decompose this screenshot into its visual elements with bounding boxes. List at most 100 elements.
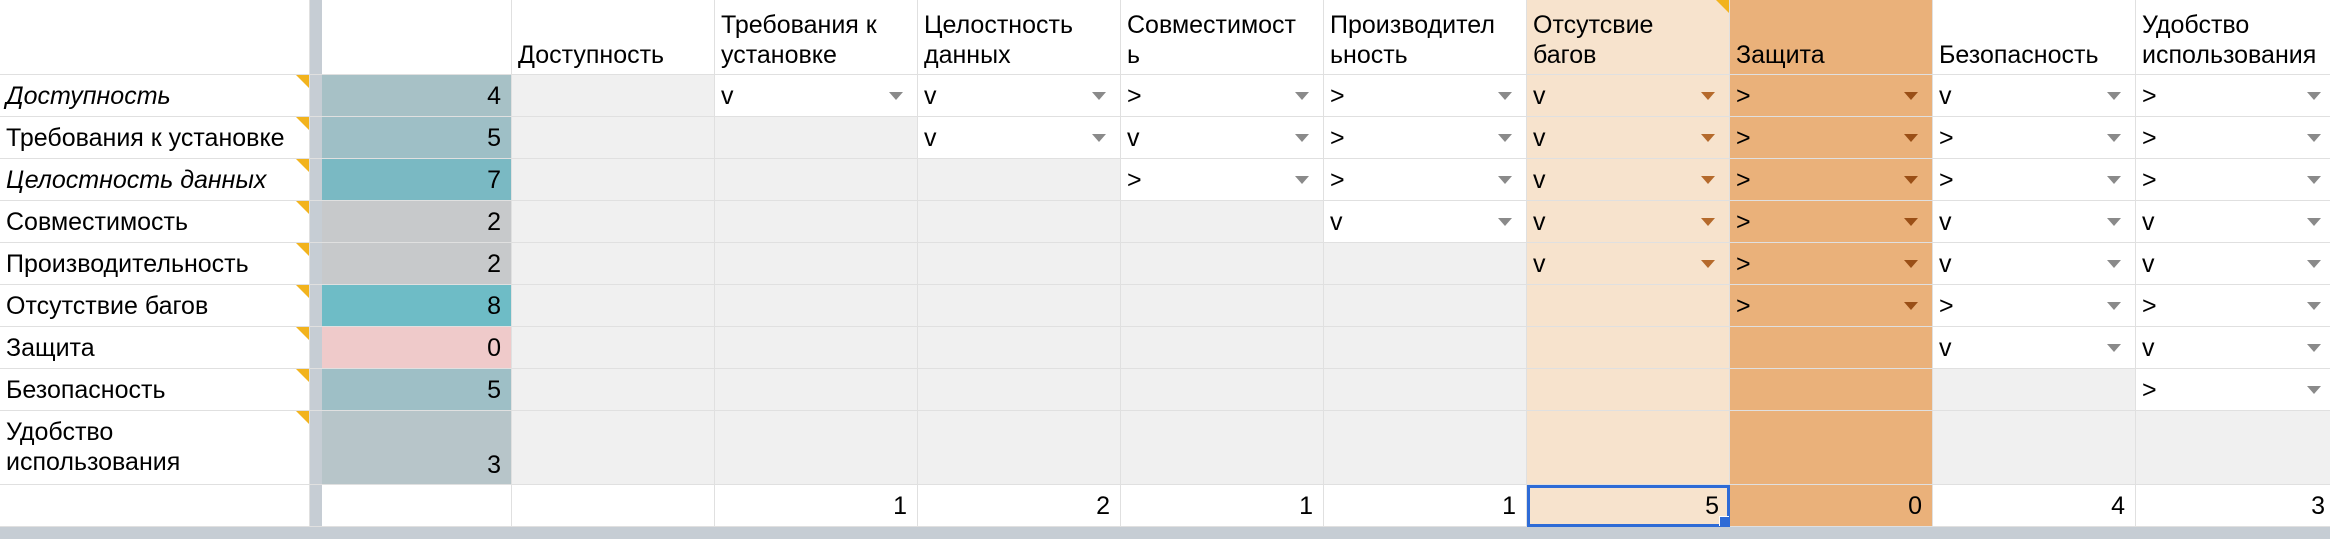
score-count-6[interactable]: 8 bbox=[322, 285, 512, 327]
corner-cell[interactable] bbox=[0, 0, 310, 75]
frozen-divider-horizontal[interactable] bbox=[2136, 527, 2330, 539]
comparison-dropdown-r6-c9[interactable]: > bbox=[2136, 285, 2330, 327]
comparison-cell-r4-c3[interactable] bbox=[918, 201, 1121, 243]
comparison-cell-r2-c2[interactable] bbox=[715, 117, 918, 159]
comparison-dropdown-r1-c6[interactable]: v bbox=[1527, 75, 1730, 117]
dropdown-arrow-icon[interactable] bbox=[2307, 260, 2321, 268]
comparison-dropdown-r3-c7[interactable]: > bbox=[1730, 159, 1933, 201]
comparison-cell-r9-c2[interactable] bbox=[715, 411, 918, 485]
comparison-cell-r4-c1[interactable] bbox=[512, 201, 715, 243]
comparison-dropdown-r1-c9[interactable]: > bbox=[2136, 75, 2330, 117]
dropdown-arrow-icon[interactable] bbox=[1498, 134, 1512, 142]
dropdown-arrow-icon[interactable] bbox=[1295, 92, 1309, 100]
frozen-divider-horizontal[interactable] bbox=[1730, 527, 1933, 539]
dropdown-arrow-icon[interactable] bbox=[2307, 302, 2321, 310]
comparison-dropdown-r5-c7[interactable]: > bbox=[1730, 243, 1933, 285]
comparison-dropdown-r1-c4[interactable]: > bbox=[1121, 75, 1324, 117]
frozen-divider-vertical[interactable] bbox=[310, 327, 322, 369]
comparison-dropdown-r7-c9[interactable]: v bbox=[2136, 327, 2330, 369]
totals-label-cell[interactable] bbox=[0, 485, 310, 527]
comparison-dropdown-r3-c6[interactable]: v bbox=[1527, 159, 1730, 201]
column-header-8[interactable]: Безопасность bbox=[1933, 0, 2136, 75]
dropdown-arrow-icon[interactable] bbox=[2107, 344, 2121, 352]
column-total-2[interactable]: 1 bbox=[715, 485, 918, 527]
row-label-5[interactable]: Производительность bbox=[0, 243, 310, 285]
frozen-divider-vertical[interactable] bbox=[310, 411, 322, 485]
column-total-9[interactable]: 3 bbox=[2136, 485, 2330, 527]
comparison-dropdown-r5-c6[interactable]: v bbox=[1527, 243, 1730, 285]
comparison-dropdown-r3-c8[interactable]: > bbox=[1933, 159, 2136, 201]
comparison-cell-r3-c2[interactable] bbox=[715, 159, 918, 201]
column-header-2[interactable]: Требования к установке bbox=[715, 0, 918, 75]
dropdown-arrow-icon[interactable] bbox=[1904, 218, 1918, 226]
comparison-cell-r8-c5[interactable] bbox=[1324, 369, 1527, 411]
score-count-3[interactable]: 7 bbox=[322, 159, 512, 201]
comparison-dropdown-r4-c6[interactable]: v bbox=[1527, 201, 1730, 243]
frozen-divider-vertical[interactable] bbox=[310, 159, 322, 201]
column-total-4[interactable]: 1 bbox=[1121, 485, 1324, 527]
dropdown-arrow-icon[interactable] bbox=[1904, 302, 1918, 310]
dropdown-arrow-icon[interactable] bbox=[2107, 176, 2121, 184]
dropdown-arrow-icon[interactable] bbox=[2107, 302, 2121, 310]
dropdown-arrow-icon[interactable] bbox=[1904, 134, 1918, 142]
comparison-cell-r1-c1[interactable] bbox=[512, 75, 715, 117]
dropdown-arrow-icon[interactable] bbox=[1092, 134, 1106, 142]
frozen-divider-horizontal[interactable] bbox=[1121, 527, 1324, 539]
dropdown-arrow-icon[interactable] bbox=[1498, 176, 1512, 184]
frozen-divider-horizontal[interactable] bbox=[1324, 527, 1527, 539]
score-count-1[interactable]: 4 bbox=[322, 75, 512, 117]
dropdown-arrow-icon[interactable] bbox=[2307, 176, 2321, 184]
comparison-dropdown-r4-c8[interactable]: v bbox=[1933, 201, 2136, 243]
score-count-2[interactable]: 5 bbox=[322, 117, 512, 159]
column-total-1[interactable] bbox=[512, 485, 715, 527]
comparison-dropdown-r3-c5[interactable]: > bbox=[1324, 159, 1527, 201]
dropdown-arrow-icon[interactable] bbox=[2307, 134, 2321, 142]
dropdown-arrow-icon[interactable] bbox=[2107, 260, 2121, 268]
score-count-5[interactable]: 2 bbox=[322, 243, 512, 285]
comparison-dropdown-r2-c9[interactable]: > bbox=[2136, 117, 2330, 159]
column-header-9[interactable]: Удобство использования bbox=[2136, 0, 2330, 75]
comparison-dropdown-r1-c7[interactable]: > bbox=[1730, 75, 1933, 117]
frozen-divider-vertical[interactable] bbox=[310, 243, 322, 285]
comparison-dropdown-r1-c8[interactable]: v bbox=[1933, 75, 2136, 117]
dropdown-arrow-icon[interactable] bbox=[1498, 92, 1512, 100]
comparison-cell-r5-c5[interactable] bbox=[1324, 243, 1527, 285]
comparison-cell-r9-c9[interactable] bbox=[2136, 411, 2330, 485]
frozen-divider-vertical[interactable] bbox=[310, 285, 322, 327]
frozen-divider-vertical[interactable] bbox=[310, 75, 322, 117]
dropdown-arrow-icon[interactable] bbox=[2107, 218, 2121, 226]
row-label-2[interactable]: Требования к установке bbox=[0, 117, 310, 159]
comparison-cell-r9-c3[interactable] bbox=[918, 411, 1121, 485]
comparison-cell-r8-c4[interactable] bbox=[1121, 369, 1324, 411]
comparison-cell-r9-c1[interactable] bbox=[512, 411, 715, 485]
column-total-3[interactable]: 2 bbox=[918, 485, 1121, 527]
comparison-cell-r9-c7[interactable] bbox=[1730, 411, 1933, 485]
dropdown-arrow-icon[interactable] bbox=[1701, 92, 1715, 100]
row-label-4[interactable]: Совместимость bbox=[0, 201, 310, 243]
comparison-cell-r2-c1[interactable] bbox=[512, 117, 715, 159]
frozen-divider-horizontal[interactable] bbox=[1527, 527, 1730, 539]
comparison-cell-r7-c6[interactable] bbox=[1527, 327, 1730, 369]
comparison-dropdown-r4-c9[interactable]: v bbox=[2136, 201, 2330, 243]
comparison-dropdown-r3-c9[interactable]: > bbox=[2136, 159, 2330, 201]
comparison-cell-r7-c1[interactable] bbox=[512, 327, 715, 369]
comparison-cell-r5-c4[interactable] bbox=[1121, 243, 1324, 285]
dropdown-arrow-icon[interactable] bbox=[2107, 134, 2121, 142]
comparison-cell-r7-c2[interactable] bbox=[715, 327, 918, 369]
frozen-divider-vertical[interactable] bbox=[310, 485, 322, 527]
row-label-6[interactable]: Отсутствие багов bbox=[0, 285, 310, 327]
frozen-divider-horizontal[interactable] bbox=[512, 527, 715, 539]
column-header-4[interactable]: Совместимост ь bbox=[1121, 0, 1324, 75]
comparison-cell-r6-c3[interactable] bbox=[918, 285, 1121, 327]
frozen-divider-vertical[interactable] bbox=[310, 117, 322, 159]
comparison-cell-r7-c5[interactable] bbox=[1324, 327, 1527, 369]
dropdown-arrow-icon[interactable] bbox=[1904, 260, 1918, 268]
comparison-dropdown-r2-c8[interactable]: > bbox=[1933, 117, 2136, 159]
dropdown-arrow-icon[interactable] bbox=[1295, 176, 1309, 184]
comparison-cell-r5-c2[interactable] bbox=[715, 243, 918, 285]
comparison-cell-r3-c3[interactable] bbox=[918, 159, 1121, 201]
dropdown-arrow-icon[interactable] bbox=[889, 92, 903, 100]
comparison-cell-r9-c8[interactable] bbox=[1933, 411, 2136, 485]
dropdown-arrow-icon[interactable] bbox=[1701, 218, 1715, 226]
score-count-9[interactable]: 3 bbox=[322, 411, 512, 485]
